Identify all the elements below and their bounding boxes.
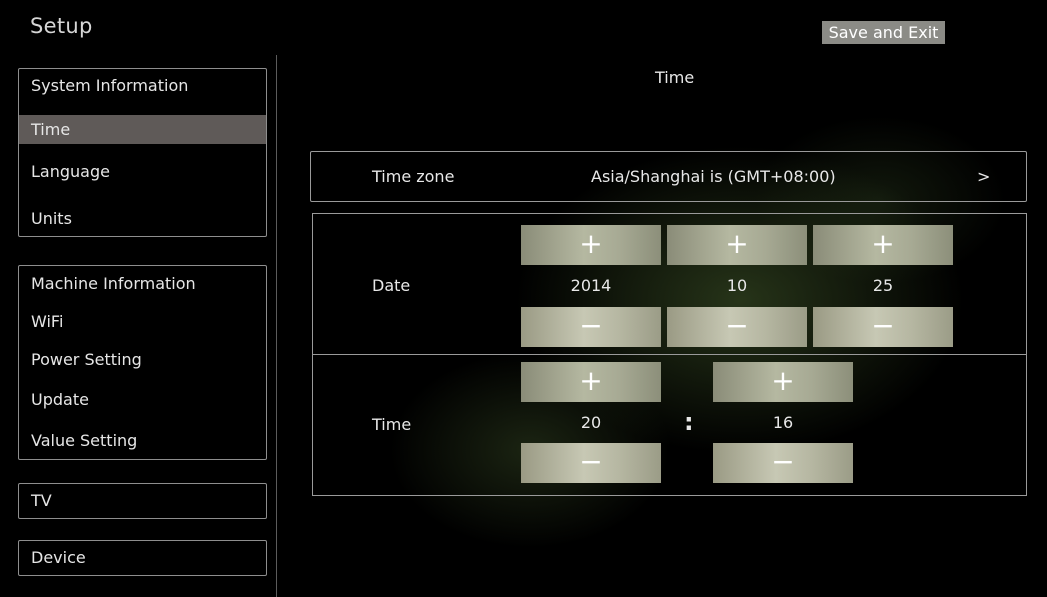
sidebar-item-power-setting[interactable]: Power Setting xyxy=(19,345,266,374)
day-value: 25 xyxy=(872,276,894,295)
year-decrement-button[interactable]: − xyxy=(521,307,661,347)
sidebar-item-system-information[interactable]: System Information xyxy=(19,71,266,100)
day-decrement-button[interactable]: − xyxy=(813,307,953,347)
hour-increment-button[interactable]: + xyxy=(521,362,661,402)
sidebar-item-language[interactable]: Language xyxy=(19,157,266,186)
sidebar-divider xyxy=(276,55,277,597)
date-label: Date xyxy=(372,276,411,295)
year-value: 2014 xyxy=(570,276,612,295)
date-time-divider xyxy=(312,354,1027,355)
sidebar-item-machine-information[interactable]: Machine Information xyxy=(19,269,266,298)
page-title: Setup xyxy=(30,14,93,38)
minute-value: 16 xyxy=(772,413,794,432)
timezone-label: Time zone xyxy=(372,167,455,186)
month-increment-button[interactable]: + xyxy=(667,225,807,265)
sidebar-item-wifi[interactable]: WiFi xyxy=(19,307,266,336)
timezone-row[interactable]: Time zone Asia/Shanghai is (GMT+08:00) > xyxy=(310,151,1027,202)
chevron-right-icon: > xyxy=(977,167,991,186)
sidebar-item-tv[interactable]: TV xyxy=(19,486,266,515)
section-title: Time xyxy=(655,68,695,87)
sidebar-item-time[interactable]: Time xyxy=(19,115,266,144)
time-separator: : xyxy=(684,408,694,436)
sidebar-group-device: Device xyxy=(18,540,267,576)
month-decrement-button[interactable]: − xyxy=(667,307,807,347)
sidebar-group-machine: Machine Information WiFi Power Setting U… xyxy=(18,265,267,460)
day-increment-button[interactable]: + xyxy=(813,225,953,265)
sidebar-group-tv: TV xyxy=(18,483,267,519)
hour-value: 20 xyxy=(580,413,602,432)
save-and-exit-button[interactable]: Save and Exit xyxy=(822,21,945,44)
sidebar-item-value-setting[interactable]: Value Setting xyxy=(19,426,266,455)
year-increment-button[interactable]: + xyxy=(521,225,661,265)
sidebar-item-update[interactable]: Update xyxy=(19,385,266,414)
minute-decrement-button[interactable]: − xyxy=(713,443,853,483)
top-bar: Setup Save and Exit xyxy=(0,0,1047,48)
sidebar-group-system: System Information Time Language Units xyxy=(18,68,267,237)
hour-decrement-button[interactable]: − xyxy=(521,443,661,483)
minute-increment-button[interactable]: + xyxy=(713,362,853,402)
sidebar-item-device[interactable]: Device xyxy=(19,543,266,572)
month-value: 10 xyxy=(726,276,748,295)
timezone-value: Asia/Shanghai is (GMT+08:00) xyxy=(591,167,836,186)
time-label: Time xyxy=(372,415,412,434)
sidebar-item-units[interactable]: Units xyxy=(19,204,266,233)
